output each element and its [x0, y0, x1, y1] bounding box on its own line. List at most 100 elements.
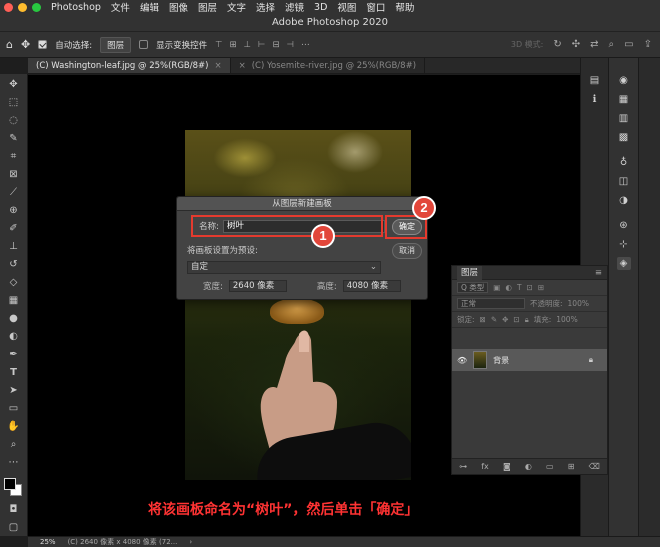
paths-icon[interactable]: ⊹ [617, 238, 631, 251]
adjustment-layer-icon[interactable]: ◐ [525, 462, 532, 471]
preset-dropdown[interactable]: 自定 ⌄ [187, 261, 381, 274]
gradients-icon[interactable]: ▥ [617, 112, 631, 125]
share-icon[interactable]: ⇪ [644, 39, 652, 50]
hand-tool-icon[interactable]: ✋ [7, 420, 21, 433]
blur-tool-icon[interactable]: ● [7, 312, 21, 325]
align-right-icon[interactable]: ⊣ [287, 40, 294, 50]
menu-help[interactable]: 帮助 [395, 0, 414, 14]
auto-select-checkbox[interactable] [38, 40, 48, 49]
zoom-window-button[interactable] [32, 2, 41, 12]
menu-filter[interactable]: 滤镜 [285, 0, 304, 14]
patterns-icon[interactable]: ▩ [617, 131, 631, 144]
filter-pixel-icon[interactable]: ▣ [493, 283, 500, 292]
close-window-button[interactable] [4, 2, 13, 12]
lock-paint-icon[interactable]: ✎ [491, 315, 497, 324]
filter-adjust-icon[interactable]: ◐ [505, 283, 512, 292]
zoom-level[interactable]: 25% [40, 538, 56, 546]
eyedropper-tool-icon[interactable]: ⟋ [7, 186, 21, 199]
close-icon[interactable]: × [214, 61, 221, 71]
blend-mode-dropdown[interactable]: 正常 [457, 298, 525, 309]
panel-menu-icon[interactable]: ≡ [595, 268, 607, 278]
document-info[interactable]: (C) 2640 像素 x 4080 像素 (72... [68, 537, 178, 547]
status-arrow-icon[interactable]: › [189, 538, 192, 546]
trash-icon[interactable]: ⌫ [589, 462, 600, 471]
eye-icon[interactable]: 👁︎ [457, 356, 467, 365]
layers-icon[interactable]: ◈ [616, 257, 631, 270]
channels-icon[interactable]: ⊛ [617, 219, 631, 232]
rectangle-tool-icon[interactable]: ▭ [7, 402, 21, 415]
3d-orbit-icon[interactable]: ↻ [553, 39, 561, 50]
gradient-tool-icon[interactable]: ▦ [7, 294, 21, 307]
pen-tool-icon[interactable]: ✒ [7, 348, 21, 361]
tab-yosemite-river[interactable]: × (C) Yosemite-river.jpg @ 25%(RGB/8#) [231, 58, 426, 73]
tab-washington-leaf[interactable]: (C) Washington-leaf.jpg @ 25%(RGB/8#) × [28, 58, 231, 73]
menu-select[interactable]: 选择 [256, 0, 275, 14]
foreground-color-swatch[interactable] [3, 478, 16, 490]
quick-mask-icon[interactable]: ◘ [7, 503, 21, 516]
3d-pan-icon[interactable]: ✣ [572, 39, 580, 50]
more-tools-icon[interactable]: ⋯ [7, 456, 21, 469]
screen-mode-icon[interactable]: ▢ [7, 521, 21, 534]
opacity-value[interactable]: 100% [568, 299, 589, 308]
menu-edit[interactable]: 编辑 [140, 0, 159, 14]
lock-all-icon[interactable]: 🔒︎ [525, 315, 529, 325]
fx-icon[interactable]: fx [481, 462, 489, 471]
3d-slide-icon[interactable]: ⇄ [590, 39, 598, 50]
layer-filter-dropdown[interactable]: Q 类型 [457, 282, 489, 293]
link-layers-icon[interactable]: ⊶ [459, 462, 467, 471]
marquee-tool-icon[interactable]: ⬚ [7, 96, 21, 109]
lock-pixels-icon[interactable]: ⊠ [480, 315, 486, 324]
fill-value[interactable]: 100% [556, 315, 577, 324]
close-icon[interactable]: × [239, 61, 246, 71]
swatches-icon[interactable]: ▦ [617, 93, 631, 106]
history-icon[interactable]: ▤ [588, 74, 602, 87]
menu-image[interactable]: 图像 [169, 0, 188, 14]
move-tool-icon[interactable]: ✥ [21, 38, 30, 51]
lasso-tool-icon[interactable]: ◌ [7, 114, 21, 127]
layer-row-background[interactable]: 👁︎ 背景 🔒︎ [452, 349, 607, 371]
lightbulb-icon[interactable]: ♁ [617, 156, 631, 169]
properties-icon[interactable]: ◑ [617, 194, 631, 207]
cancel-button[interactable]: 取消 [392, 243, 422, 259]
home-icon[interactable]: ⌂ [6, 38, 13, 51]
filter-smart-icon[interactable]: ⊞ [538, 283, 544, 292]
lock-artboard-icon[interactable]: ⊡ [513, 315, 519, 324]
minimize-window-button[interactable] [18, 2, 27, 12]
auto-select-dropdown[interactable]: 图层 [100, 36, 132, 53]
height-field[interactable]: 4080 像素 [342, 280, 401, 292]
width-field[interactable]: 2640 像素 [228, 280, 287, 292]
lock-position-icon[interactable]: ✥ [502, 315, 508, 324]
healing-brush-tool-icon[interactable]: ⊕ [7, 204, 21, 217]
eraser-tool-icon[interactable]: ◇ [7, 276, 21, 289]
menu-3d[interactable]: 3D [314, 2, 327, 13]
filter-shape-icon[interactable]: ⊡ [527, 283, 533, 292]
path-select-tool-icon[interactable]: ➤ [7, 384, 21, 397]
info-icon[interactable]: ℹ [588, 93, 602, 106]
menu-view[interactable]: 视图 [337, 0, 356, 14]
align-bottom-icon[interactable]: ⊥ [244, 40, 251, 50]
menu-file[interactable]: 文件 [111, 0, 130, 14]
move-tool-icon[interactable]: ✥ [7, 78, 21, 91]
brush-tool-icon[interactable]: ✐ [7, 222, 21, 235]
filter-type-icon[interactable]: T [517, 283, 522, 292]
dodge-tool-icon[interactable]: ◐ [7, 330, 21, 343]
type-tool-icon[interactable]: T [7, 366, 21, 379]
layers-tab[interactable]: 图层 [457, 265, 483, 280]
frame-tool-icon[interactable]: ⊠ [7, 168, 21, 181]
align-top-icon[interactable]: ⊤ [215, 40, 222, 50]
distribute-icon[interactable]: ⋯ [301, 40, 310, 50]
zoom-tool-icon[interactable]: ⌕ [7, 438, 21, 451]
align-center-icon[interactable]: ⊟ [272, 40, 279, 50]
workspace-icon[interactable]: ▭ [624, 39, 633, 50]
new-layer-icon[interactable]: ⊞ [568, 462, 575, 471]
menu-type[interactable]: 文字 [227, 0, 246, 14]
group-folder-icon[interactable]: ▭ [546, 462, 554, 471]
mask-icon[interactable]: ◙ [503, 462, 511, 471]
align-middle-icon[interactable]: ⊞ [230, 40, 237, 50]
menu-window[interactable]: 窗口 [366, 0, 385, 14]
adjustments-icon[interactable]: ◫ [617, 175, 631, 188]
color-icon[interactable]: ◉ [617, 74, 631, 87]
stamp-tool-icon[interactable]: ⊥ [7, 240, 21, 253]
menu-app-name[interactable]: Photoshop [51, 2, 101, 13]
transform-controls-checkbox[interactable] [139, 40, 149, 49]
